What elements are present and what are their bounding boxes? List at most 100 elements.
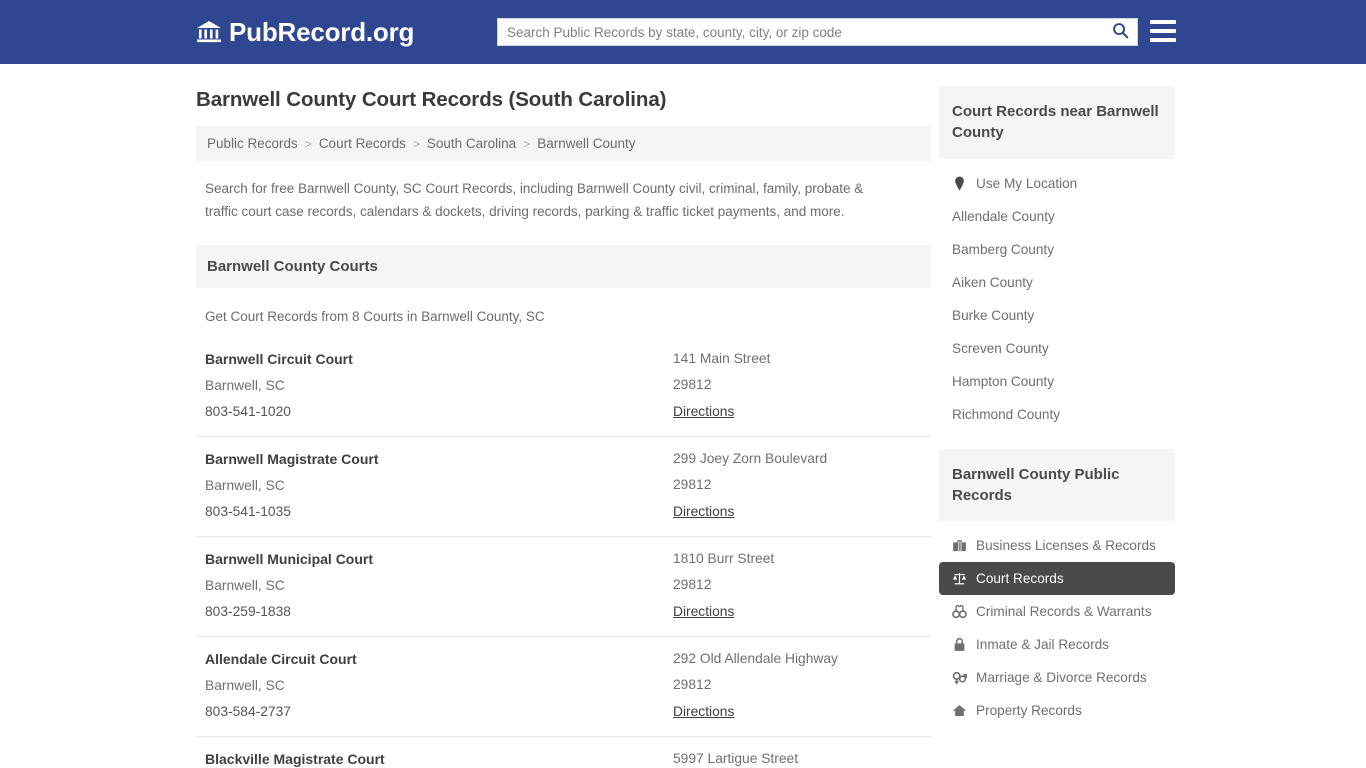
nearby-county-item[interactable]: Allendale County	[939, 200, 1175, 233]
breadcrumb-separator: >	[304, 136, 312, 151]
public-records-item[interactable]: Criminal Records & Warrants	[939, 595, 1175, 628]
court-zip: 29812	[673, 677, 712, 693]
court-street: 5997 Lartigue Street	[673, 751, 799, 767]
nearby-panel-title: Court Records near Barnwell County	[939, 86, 1175, 159]
court-address: 1810 Burr Street 29812 Directions	[673, 551, 922, 621]
court-phone[interactable]: 803-541-1035	[205, 504, 673, 519]
breadcrumb-item-court-records[interactable]: Court Records	[319, 136, 406, 151]
court-name[interactable]: Allendale Circuit Court	[205, 651, 673, 667]
search-input[interactable]	[498, 19, 1103, 45]
use-my-location-item[interactable]: Use My Location	[939, 167, 1175, 200]
court-name[interactable]: Blackville Magistrate Court	[205, 751, 673, 767]
home-icon	[952, 703, 967, 718]
hamburger-menu-icon[interactable]	[1150, 20, 1176, 42]
public-records-list: Business Licenses & Records Court Records…	[939, 521, 1175, 727]
court-row: Blackville Magistrate CourtBlackville, S…	[196, 736, 931, 768]
court-name[interactable]: Barnwell Municipal Court	[205, 551, 673, 567]
venus-mars-icon	[952, 670, 967, 685]
directions-link[interactable]: Directions	[673, 404, 734, 419]
nearby-county-label: Allendale County	[952, 208, 1055, 224]
public-records-panel: Barnwell County Public Records Business …	[939, 448, 1175, 728]
nearby-county-label: Use My Location	[976, 175, 1078, 191]
main-content: Barnwell County Court Records (South Car…	[196, 64, 931, 768]
public-records-item[interactable]: Business Licenses & Records	[939, 529, 1175, 562]
court-street: 292 Old Allendale Highway	[673, 651, 838, 667]
directions-link[interactable]: Directions	[673, 504, 734, 519]
court-address: 292 Old Allendale Highway 29812 Directions	[673, 651, 922, 721]
nearby-county-item[interactable]: Richmond County	[939, 398, 1175, 431]
court-zip: 29812	[673, 477, 712, 493]
nearby-county-item[interactable]: Hampton County	[939, 365, 1175, 398]
court-info: Blackville Magistrate CourtBlackville, S…	[205, 751, 673, 768]
directions-link[interactable]: Directions	[673, 604, 734, 619]
court-zip: 29812	[673, 377, 712, 393]
court-city-state: Barnwell, SC	[205, 378, 285, 394]
lock-icon	[952, 637, 967, 652]
section-subtitle: Get Court Records from 8 Courts in Barnw…	[205, 309, 545, 325]
public-records-item[interactable]: Property Records	[939, 694, 1175, 727]
breadcrumb-item-barnwell-county[interactable]: Barnwell County	[537, 136, 635, 151]
page-title: Barnwell County Court Records (South Car…	[196, 88, 667, 111]
court-address: 141 Main Street 29812 Directions	[673, 351, 922, 421]
nearby-county-label: Bamberg County	[952, 241, 1055, 257]
court-row: Barnwell Municipal Court Barnwell, SC 803-…	[196, 536, 931, 636]
hamburger-bar	[1150, 20, 1176, 24]
balance-scales-icon	[952, 571, 967, 586]
handcuffs-icon	[952, 604, 967, 619]
court-city-state: Barnwell, SC	[205, 678, 285, 694]
page-description: Search for free Barnwell County, SC Cour…	[205, 181, 864, 220]
court-row: Barnwell Magistrate Court Barnwell, SC 803…	[196, 436, 931, 536]
court-zip: 29812	[673, 577, 712, 593]
sidebar: Court Records near Barnwell County Use M…	[939, 64, 1175, 745]
court-phone[interactable]: 803-584-2737	[205, 704, 673, 719]
breadcrumb-item-south-carolina[interactable]: South Carolina	[427, 136, 516, 151]
public-records-label: Marriage & Divorce Records	[976, 670, 1147, 686]
court-address: 299 Joey Zorn Boulevard 29812 Directions	[673, 451, 922, 521]
nearby-county-item[interactable]: Burke County	[939, 299, 1175, 332]
breadcrumb: Public Records > Court Records > South C…	[196, 126, 931, 161]
directions-link[interactable]: Directions	[673, 704, 734, 719]
map-pin-icon	[952, 176, 967, 191]
nearby-county-item[interactable]: Screven County	[939, 332, 1175, 365]
search-button[interactable]	[1103, 19, 1137, 45]
court-phone[interactable]: 803-259-1838	[205, 604, 673, 619]
page-body: Barnwell County Court Records (South Car…	[0, 64, 1366, 768]
logo-text: PubRecord.org	[229, 16, 415, 47]
public-records-item[interactable]: Marriage & Divorce Records	[939, 661, 1175, 694]
court-row: Barnwell Circuit Court Barnwell, SC 803-54…	[196, 337, 931, 436]
nearby-county-label: Screven County	[952, 340, 1049, 356]
breadcrumb-separator: >	[523, 136, 531, 151]
court-info: Barnwell Magistrate Court Barnwell, SC 803…	[205, 451, 673, 521]
court-street: 299 Joey Zorn Boulevard	[673, 451, 828, 467]
nearby-county-label: Aiken County	[952, 274, 1033, 290]
site-logo[interactable]: PubRecord.org	[196, 17, 414, 48]
court-street: 141 Main Street	[673, 351, 771, 367]
court-name[interactable]: Barnwell Circuit Court	[205, 351, 673, 367]
search-icon	[1112, 22, 1129, 42]
breadcrumb-item-public-records[interactable]: Public Records	[207, 136, 298, 151]
public-records-label: Business Licenses & Records	[976, 538, 1156, 554]
court-street: 1810 Burr Street	[673, 551, 775, 567]
public-records-label: Court Records	[976, 571, 1064, 587]
public-records-panel-title: Barnwell County Public Records	[939, 448, 1175, 522]
public-records-item[interactable]: Court Records	[939, 562, 1175, 596]
court-info: Barnwell Circuit Court Barnwell, SC 803-54…	[205, 351, 673, 421]
public-records-item[interactable]: Inmate & Jail Records	[939, 628, 1175, 661]
breadcrumb-separator: >	[412, 136, 420, 151]
nearby-county-item[interactable]: Aiken County	[939, 266, 1175, 299]
nearby-county-list: Use My Location Allendale County Bamberg C…	[939, 159, 1175, 431]
court-info: Barnwell Municipal Court Barnwell, SC 803-…	[205, 551, 673, 621]
nearby-county-item[interactable]: Bamberg County	[939, 233, 1175, 266]
hamburger-bar	[1150, 29, 1176, 33]
briefcase-icon	[952, 538, 967, 553]
public-records-label: Property Records	[976, 703, 1082, 719]
public-records-label: Criminal Records & Warrants	[976, 604, 1152, 620]
court-name[interactable]: Barnwell Magistrate Court	[205, 451, 673, 467]
public-records-label: Inmate & Jail Records	[976, 637, 1109, 653]
court-city-state: Barnwell, SC	[205, 578, 285, 594]
bank-building-icon	[196, 20, 222, 44]
court-city-state: Barnwell, SC	[205, 478, 285, 494]
nearby-county-label: Burke County	[952, 307, 1035, 323]
court-phone[interactable]: 803-541-1020	[205, 404, 673, 419]
site-header: PubRecord.org	[0, 0, 1366, 64]
